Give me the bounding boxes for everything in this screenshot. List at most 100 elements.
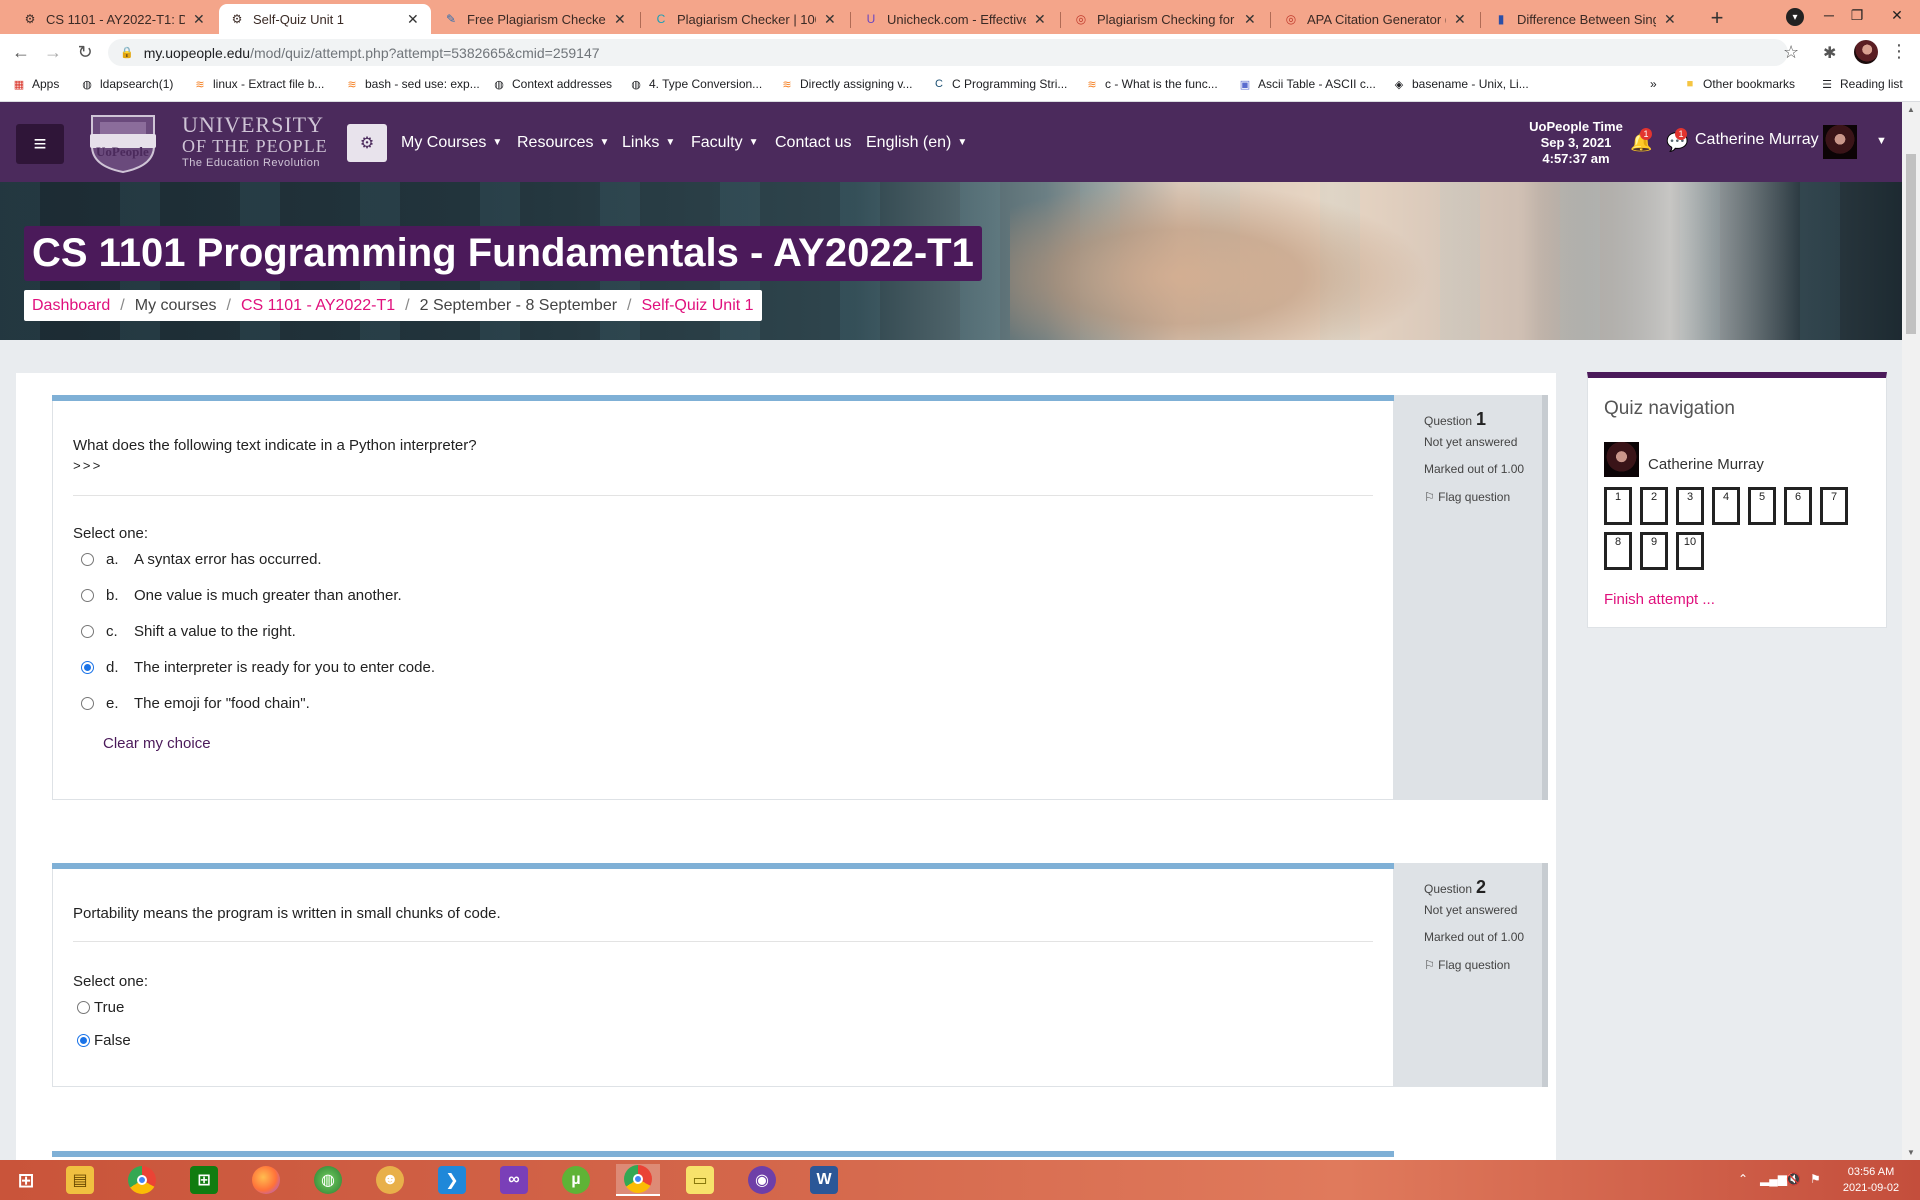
utorrent-icon[interactable]: µ	[554, 1164, 598, 1196]
scroll-down-icon[interactable]: ▼	[1907, 1148, 1915, 1157]
bookmark-item[interactable]: ▣ Ascii Table - ASCII c...	[1238, 77, 1376, 91]
uopeople-logo-icon[interactable]	[86, 112, 160, 174]
nav-links[interactable]: Links ▼	[622, 134, 675, 152]
radio-false-selected[interactable]	[77, 1034, 90, 1047]
bookmark-star-icon[interactable]: ☆	[1783, 42, 1799, 63]
nav-contact-us[interactable]: Contact us	[775, 134, 851, 152]
action-center-flag-icon[interactable]: ⚑	[1810, 1172, 1821, 1186]
taskbar-clock[interactable]: 03:56 AM 2021-09-02	[1836, 1164, 1906, 1196]
file-explorer-icon[interactable]: ▤	[58, 1164, 102, 1196]
forward-icon[interactable]: →	[40, 39, 66, 65]
close-window-icon[interactable]: ✕	[1874, 0, 1920, 30]
bookmark-item[interactable]: ◍ Context addresses	[492, 77, 612, 91]
quiz-nav-button-10[interactable]: 10	[1676, 532, 1704, 570]
bookmarks-overflow[interactable]: »	[1650, 77, 1657, 91]
answer-option-e[interactable]: e. The emoji for "food chain".	[81, 695, 310, 712]
browser-tab[interactable]: ⚙ CS 1101 - AY2022-T1: DISC ✕	[12, 4, 217, 34]
clear-my-choice-link[interactable]: Clear my choice	[103, 735, 211, 752]
browser-tab[interactable]: C Plagiarism Checker | 100% F ✕	[643, 4, 848, 34]
radio-e[interactable]	[81, 697, 94, 710]
site-logo-text[interactable]: UNIVERSITY OF THE PEOPLE The Education R…	[182, 114, 328, 170]
answer-option-b[interactable]: b. One value is much greater than another…	[81, 587, 402, 604]
bookmark-item[interactable]: ≋ bash - sed use: exp...	[345, 77, 479, 91]
firefox-icon[interactable]	[244, 1164, 288, 1196]
close-tab-icon[interactable]: ✕	[1244, 11, 1258, 28]
profile-avatar[interactable]	[1854, 40, 1878, 64]
flag-question-button[interactable]: ⚐ Flag question	[1424, 958, 1510, 972]
new-tab-icon[interactable]: +	[1705, 5, 1729, 31]
lock-icon[interactable]: 🔒	[120, 46, 134, 59]
browser-tab[interactable]: ✎ Free Plagiarism Checker for ✕	[433, 4, 638, 34]
quiz-nav-button-9[interactable]: 9	[1640, 532, 1668, 570]
scroll-up-icon[interactable]: ▲	[1907, 105, 1915, 114]
bookmark-item[interactable]: ◈ basename - Unix, Li...	[1392, 77, 1529, 91]
extensions-icon[interactable]: ✱	[1823, 43, 1836, 63]
browser-tab[interactable]: ◎ APA Citation Generator (Fre ✕	[1273, 4, 1478, 34]
quiz-nav-button-5[interactable]: 5	[1748, 487, 1776, 525]
close-tab-icon[interactable]: ✕	[1454, 11, 1468, 28]
breadcrumb-quiz[interactable]: Self-Quiz Unit 1	[642, 297, 754, 315]
flag-question-button[interactable]: ⚐ Flag question	[1424, 490, 1510, 504]
reload-icon[interactable]: ↻	[72, 39, 98, 65]
quiz-nav-button-3[interactable]: 3	[1676, 487, 1704, 525]
close-tab-icon[interactable]: ✕	[1664, 11, 1678, 28]
close-tab-icon[interactable]: ✕	[193, 11, 207, 28]
browser-tab[interactable]: U Unicheck.com - Effective Pla ✕	[853, 4, 1058, 34]
page-scrollbar[interactable]: ▲ ▼	[1902, 102, 1920, 1160]
globe-app-icon[interactable]: ◍	[306, 1164, 350, 1196]
network-icon[interactable]: ▂▄▆	[1760, 1172, 1787, 1186]
visual-studio-icon[interactable]: ∞	[492, 1164, 536, 1196]
radio-a[interactable]	[81, 553, 94, 566]
quiz-nav-button-1[interactable]: 1	[1604, 487, 1632, 525]
answer-option-c[interactable]: c. Shift a value to the right.	[81, 623, 296, 640]
chrome-active-icon[interactable]	[616, 1164, 660, 1196]
finish-attempt-link[interactable]: Finish attempt ...	[1604, 591, 1715, 608]
answer-option-a[interactable]: a. A syntax error has occurred.	[81, 551, 322, 568]
microsoft-store-icon[interactable]: ⊞	[182, 1164, 226, 1196]
other-bookmarks[interactable]: ■ Other bookmarks	[1683, 77, 1795, 91]
github-icon[interactable]: ◉	[740, 1164, 784, 1196]
vscode-icon[interactable]: ❯	[430, 1164, 474, 1196]
browser-tab[interactable]: ◎ Plagiarism Checking for Stu ✕	[1063, 4, 1268, 34]
bookmark-item[interactable]: CC Programming Stri...	[932, 77, 1067, 91]
radio-true[interactable]	[77, 1001, 90, 1014]
back-icon[interactable]: ←	[8, 39, 34, 65]
nav-resources[interactable]: Resources ▼	[517, 134, 609, 152]
bookmark-apps[interactable]: ▦ Apps	[12, 77, 60, 91]
breadcrumb-dashboard[interactable]: Dashboard	[32, 297, 110, 315]
nav-my-courses[interactable]: My Courses ▼	[401, 134, 502, 152]
hamburger-menu-icon[interactable]: ≡	[16, 124, 64, 164]
quiz-nav-button-8[interactable]: 8	[1604, 532, 1632, 570]
settings-gear-icon[interactable]: ⚙	[347, 124, 387, 162]
nav-faculty[interactable]: Faculty ▼	[691, 134, 758, 152]
close-tab-icon[interactable]: ✕	[407, 11, 421, 28]
radio-d-selected[interactable]	[81, 661, 94, 674]
browser-tab-active[interactable]: ⚙ Self-Quiz Unit 1 ✕	[219, 4, 431, 34]
answer-option-d[interactable]: d. The interpreter is ready for you to en…	[81, 659, 435, 676]
bookmark-item[interactable]: ≋ Directly assigning v...	[780, 77, 912, 91]
user-menu-name[interactable]: Catherine Murray	[1695, 131, 1819, 149]
reading-list[interactable]: ☰ Reading list	[1820, 77, 1903, 91]
close-tab-icon[interactable]: ✕	[1034, 11, 1048, 28]
browser-tab[interactable]: ▮ Difference Between Single a ✕	[1483, 4, 1688, 34]
bookmark-item[interactable]: ◍ ldapsearch(1)	[80, 77, 173, 91]
url-input[interactable]: 🔒 my.uopeople.edu/mod/quiz/attempt.php?a…	[108, 39, 1788, 66]
radio-c[interactable]	[81, 625, 94, 638]
game-app-icon[interactable]: ☻	[368, 1164, 412, 1196]
bookmark-item[interactable]: ≋ linux - Extract file b...	[193, 77, 324, 91]
windows-start-icon[interactable]: ⊞	[4, 1164, 48, 1196]
answer-option-false[interactable]: False	[77, 1032, 131, 1049]
bookmark-item[interactable]: ≋ c - What is the func...	[1085, 77, 1217, 91]
scrollbar-thumb[interactable]	[1906, 154, 1916, 334]
quiz-nav-button-4[interactable]: 4	[1712, 487, 1740, 525]
chrome-icon[interactable]	[120, 1164, 164, 1196]
quiz-nav-button-7[interactable]: 7	[1820, 487, 1848, 525]
user-avatar[interactable]	[1823, 125, 1857, 159]
quiz-nav-button-2[interactable]: 2	[1640, 487, 1668, 525]
user-menu-caret-icon[interactable]: ▼	[1876, 135, 1887, 147]
close-tab-icon[interactable]: ✕	[614, 11, 628, 28]
menu-icon[interactable]: ⋮	[1890, 41, 1908, 62]
quiz-nav-button-6[interactable]: 6	[1784, 487, 1812, 525]
radio-b[interactable]	[81, 589, 94, 602]
word-icon[interactable]: W	[802, 1164, 846, 1196]
